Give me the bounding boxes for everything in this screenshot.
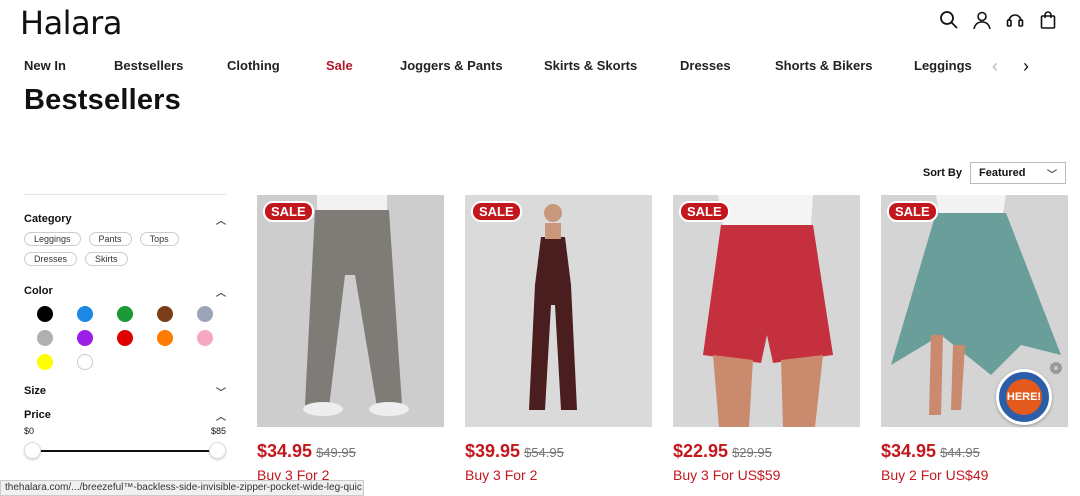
nav-item-sale[interactable]: Sale <box>326 58 353 73</box>
sale-badge: SALE <box>887 201 938 222</box>
price-current: $34.95 <box>881 441 937 461</box>
filter-category-label: Category <box>24 213 72 225</box>
filter-size-label: Size <box>24 385 47 397</box>
price-current: $34.95 <box>257 441 313 461</box>
nav-item-new-in[interactable]: New In <box>24 58 66 73</box>
product-card[interactable]: SALE $34.95 $44.95 Buy 2 For US$49 <box>881 195 1068 483</box>
brand-logo[interactable]: Halara <box>20 4 122 42</box>
search-icon[interactable] <box>939 10 959 30</box>
product-image-pants <box>257 195 444 427</box>
promo-text: Buy 2 For US$49 <box>881 467 989 483</box>
product-image[interactable]: SALE <box>465 195 652 427</box>
chevron-down-icon: ﹀ <box>1047 169 1057 181</box>
filter-price: Price ︿ $0 $85 <box>24 408 226 459</box>
support-icon[interactable] <box>1005 10 1025 30</box>
price-current: $22.95 <box>673 441 729 461</box>
color-swatch[interactable] <box>77 354 93 370</box>
nav-item-dresses[interactable]: Dresses <box>680 58 731 73</box>
sort-value: Featured <box>979 167 1026 179</box>
status-bar-url: thehalara.com/.../breezeful™-backless-si… <box>0 480 364 496</box>
color-swatch[interactable] <box>157 330 173 346</box>
filter-color: Color ︿ <box>24 284 226 370</box>
nav-prev-icon[interactable]: ‹ <box>992 56 998 77</box>
color-swatch[interactable] <box>37 306 53 322</box>
category-chips: Leggings Pants Tops Dresses Skirts <box>24 232 204 266</box>
nav-item-bestsellers[interactable]: Bestsellers <box>114 58 183 73</box>
filter-color-header[interactable]: Color ︿ <box>24 284 226 299</box>
color-swatch[interactable] <box>197 330 213 346</box>
product-card[interactable]: SALE $39.95 $54.95 Buy 3 For 2 <box>465 195 652 483</box>
product-image[interactable]: SALE <box>257 195 444 427</box>
price-original: $54.95 <box>524 445 564 460</box>
price-slider[interactable] <box>24 442 226 459</box>
sort-control: Sort By Featured ﹀ <box>923 162 1066 184</box>
close-icon[interactable]: × <box>1050 362 1062 374</box>
price-original: $29.95 <box>732 445 772 460</box>
sale-badge: SALE <box>263 201 314 222</box>
product-price: $34.95 $44.95 <box>881 441 1068 462</box>
price-min: $0 <box>24 426 35 436</box>
price-slider-max-handle[interactable] <box>209 442 226 459</box>
page-title: Bestsellers <box>24 84 181 116</box>
sort-label: Sort By <box>922 167 962 179</box>
chevron-up-icon: ︿ <box>216 287 226 299</box>
chip-tops[interactable]: Tops <box>139 232 179 246</box>
color-swatch[interactable] <box>77 330 93 346</box>
filter-price-label: Price <box>24 409 51 421</box>
price-slider-min-handle[interactable] <box>24 442 41 459</box>
nav-item-shorts-bikers[interactable]: Shorts & Bikers <box>775 58 873 73</box>
product-price: $34.95 $49.95 <box>257 441 444 462</box>
filter-color-label: Color <box>24 285 53 297</box>
filter-category-header[interactable]: Category ︿ <box>24 212 226 227</box>
promo-text: Buy 3 For US$59 <box>673 467 781 483</box>
chevron-down-icon: ﹀ <box>216 387 226 399</box>
color-swatch[interactable] <box>37 330 53 346</box>
promo-text: Buy 3 For 2 <box>465 467 538 483</box>
color-swatch[interactable] <box>197 306 213 322</box>
nav-item-leggings[interactable]: Leggings <box>914 58 972 73</box>
color-swatch[interactable] <box>37 354 53 370</box>
nav-item-skirts-skorts[interactable]: Skirts & Skorts <box>544 58 637 73</box>
sale-badge: SALE <box>679 201 730 222</box>
filter-size-header[interactable]: Size ﹀ <box>24 384 226 399</box>
bag-icon[interactable] <box>1038 10 1058 30</box>
chevron-up-icon: ︿ <box>216 411 226 423</box>
sale-badge: SALE <box>471 201 522 222</box>
nav-item-joggers-pants[interactable]: Joggers & Pants <box>400 58 503 73</box>
nav-item-clothing[interactable]: Clothing <box>227 58 280 73</box>
account-icon[interactable] <box>972 10 992 30</box>
chip-dresses[interactable]: Dresses <box>24 252 78 266</box>
color-swatches <box>24 306 226 370</box>
filter-size: Size ﹀ <box>24 384 226 399</box>
filter-sidebar: Category ︿ Leggings Pants Tops Dresses S… <box>24 194 226 459</box>
product-price: $22.95 $29.95 <box>673 441 860 462</box>
price-original: $44.95 <box>940 445 980 460</box>
chevron-up-icon: ︿ <box>216 215 226 227</box>
filter-category: Category ︿ Leggings Pants Tops Dresses S… <box>24 212 226 266</box>
color-swatch[interactable] <box>157 306 173 322</box>
product-image-shorts <box>673 195 860 427</box>
color-swatch[interactable] <box>117 330 133 346</box>
sort-select[interactable]: Featured ﹀ <box>970 162 1066 184</box>
price-max: $85 <box>210 426 226 436</box>
filter-price-header[interactable]: Price ︿ <box>24 408 226 423</box>
price-current: $39.95 <box>465 441 521 461</box>
chip-pants[interactable]: Pants <box>88 232 132 246</box>
price-range-labels: $0 $85 <box>24 426 226 436</box>
product-card[interactable]: SALE $22.95 $29.95 Buy 3 For US$59 <box>673 195 860 483</box>
product-price: $39.95 $54.95 <box>465 441 652 462</box>
nav-next-icon[interactable]: › <box>1023 56 1029 77</box>
product-card[interactable]: SALE $34.95 $49.95 Buy 3 For 2 <box>257 195 444 483</box>
chip-leggings[interactable]: Leggings <box>24 232 81 246</box>
free-gift-label: HERE! <box>1006 379 1042 415</box>
product-image-jumpsuit <box>465 195 652 427</box>
price-original: $49.95 <box>316 445 356 460</box>
product-image[interactable]: SALE <box>673 195 860 427</box>
free-gift-widget[interactable]: HERE! <box>996 369 1052 425</box>
header-icons <box>939 10 1058 30</box>
color-swatch[interactable] <box>77 306 93 322</box>
chip-skirts[interactable]: Skirts <box>85 252 128 266</box>
color-swatch[interactable] <box>117 306 133 322</box>
